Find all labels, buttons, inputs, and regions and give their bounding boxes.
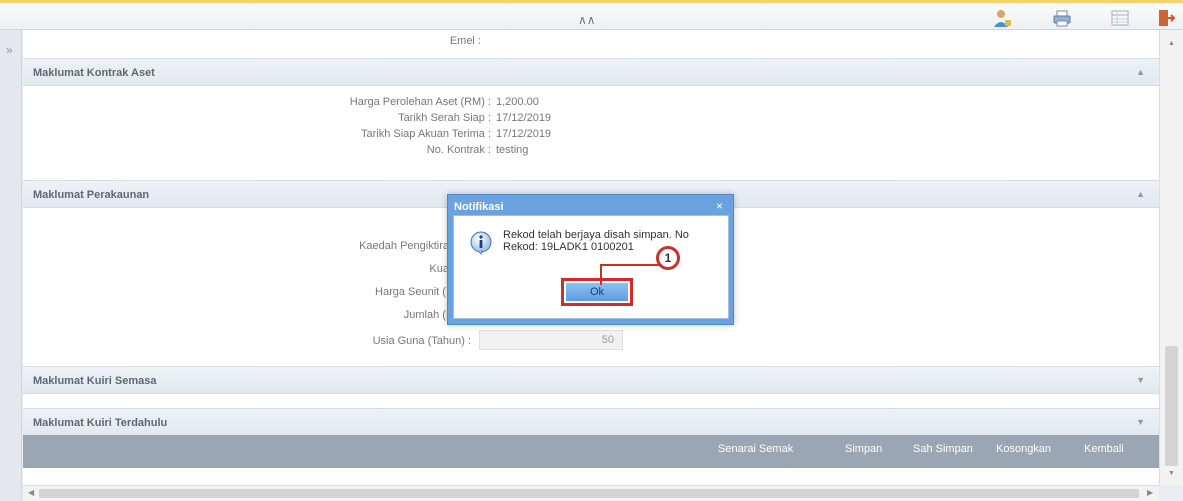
dialog-body: Rekod telah berjaya disah simpan. No Rek… [453, 215, 729, 319]
no-kontrak-value: testing [496, 144, 529, 156]
chevron-up-icon[interactable]: ▲ [1136, 189, 1145, 199]
notification-dialog: Notifikasi × Rekod telah berjaya disah s… [447, 194, 734, 325]
chevron-down-icon[interactable]: ▼ [1136, 375, 1145, 385]
section-title: Maklumat Kuiri Semasa [33, 375, 157, 387]
emel-label: Emel : [449, 35, 481, 47]
tarikh-akuan-label: Tarikh Siap Akuan Terima : [360, 128, 491, 140]
notification-message: Rekod telah berjaya disah simpan. No Rek… [503, 229, 689, 253]
table-view-icon[interactable] [1110, 8, 1130, 28]
no-kontrak-label: No. Kontrak : [426, 144, 491, 156]
logout-icon[interactable] [1156, 8, 1176, 28]
tarikh-serah-label: Tarikh Serah Siap : [398, 112, 491, 124]
kosongkan-button[interactable]: Kosongkan [996, 443, 1051, 455]
section-title: Maklumat Perakaunan [33, 189, 150, 201]
tarikh-akuan-value: 17/12/2019 [496, 128, 552, 140]
chevron-up-icon[interactable]: ▲ [1136, 67, 1145, 77]
section-header-kuiri-terdahulu[interactable]: Maklumat Kuiri Terdahulu ▼ [23, 408, 1159, 436]
scroll-thumb[interactable] [1165, 346, 1178, 466]
callout-connector [600, 266, 602, 285]
action-bar: Senarai Semak Simpan Sah Simpan Kosongka… [23, 435, 1159, 468]
scroll-down-icon[interactable]: ▼ [1168, 470, 1175, 477]
usia-guna-label: Usia Guna (Tahun) : [372, 335, 471, 347]
vertical-scrollbar[interactable]: ▲ ▼ [1159, 30, 1183, 485]
scroll-thumb[interactable] [39, 489, 1139, 498]
callout-connector [600, 264, 660, 266]
top-toolbar: ∧∧ [0, 0, 1183, 30]
kaedah-pengiktirafan-label: Kaedah Pengiktira [359, 240, 449, 252]
collapse-header-icon[interactable]: ∧∧ [578, 13, 596, 27]
simpan-button[interactable]: Simpan [845, 443, 882, 455]
section-header-kontrak-aset[interactable]: Maklumat Kontrak Aset ▲ [23, 58, 1159, 86]
sah-simpan-button[interactable]: Sah Simpan [913, 443, 973, 455]
user-profile-icon[interactable] [992, 8, 1012, 28]
harga-perolehan-value: 1,200.00 [496, 96, 539, 108]
close-icon[interactable]: × [716, 199, 723, 213]
harga-seunit-label: Harga Seunit (I [375, 286, 449, 298]
step-callout-badge: 1 [656, 246, 680, 270]
section-title: Maklumat Kontrak Aset [33, 67, 155, 79]
scroll-right-icon[interactable]: ▶ [1147, 488, 1153, 497]
scroll-up-icon[interactable]: ▲ [1168, 40, 1175, 47]
print-icon[interactable] [1052, 8, 1072, 28]
section-title: Maklumat Kuiri Terdahulu [33, 417, 168, 429]
section-header-kuiri-semasa[interactable]: Maklumat Kuiri Semasa ▼ [23, 366, 1159, 394]
kembali-button[interactable]: Kembali [1084, 443, 1124, 455]
senarai-semak-button[interactable]: Senarai Semak [718, 443, 793, 455]
left-sidebar-strip: » [0, 30, 22, 501]
expand-sidebar-icon[interactable]: » [6, 43, 13, 57]
tarikh-serah-value: 17/12/2019 [496, 112, 552, 124]
scroll-left-icon[interactable]: ◀ [28, 488, 34, 497]
harga-perolehan-label: Harga Perolehan Aset (RM) : [349, 96, 491, 108]
ok-button-highlight[interactable]: Ok [561, 278, 633, 306]
jumlah-label: Jumlah (I [403, 309, 449, 321]
dialog-title: Notifikasi [454, 201, 504, 213]
horizontal-scrollbar[interactable]: ◀ ▶ [23, 485, 1159, 501]
usia-guna-field[interactable]: 50 [479, 330, 623, 350]
chevron-down-icon[interactable]: ▼ [1136, 417, 1145, 427]
info-icon [470, 231, 492, 255]
ok-button[interactable]: Ok [566, 283, 628, 301]
